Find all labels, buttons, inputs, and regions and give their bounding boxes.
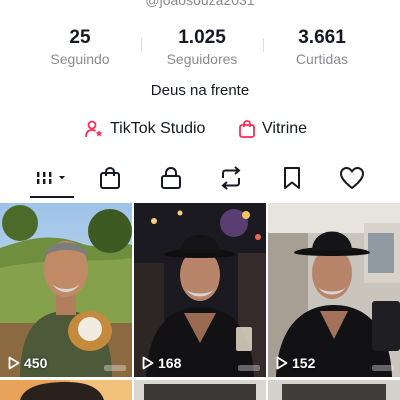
shopping-bag-icon — [100, 166, 120, 189]
video-grid: 450 168 152 — [0, 203, 400, 400]
tab-reposts[interactable] — [211, 160, 251, 196]
view-count-text: 168 — [158, 355, 182, 371]
followers-count: 1.025 — [178, 27, 226, 48]
video-thumbnail-image — [134, 380, 266, 400]
heart-icon — [340, 167, 364, 189]
followers-label: Seguidores — [166, 51, 238, 67]
video-thumbnail[interactable] — [0, 380, 132, 400]
stat-likes[interactable]: 3.661 Curtidas — [267, 26, 377, 68]
video-thumbnail[interactable]: 152 — [268, 203, 400, 377]
video-thumbnail-image — [0, 203, 132, 377]
profile-stats: 25 Seguindo 1.025 Seguidores 3.661 Curti… — [0, 26, 400, 70]
profile-tabs — [0, 160, 400, 200]
video-thumbnail[interactable]: 168 — [134, 203, 266, 377]
profile-handle: @joaosouza2031 — [145, 0, 255, 8]
video-thumbnail[interactable] — [134, 380, 266, 400]
tab-videos[interactable] — [32, 160, 72, 196]
video-thumbnail[interactable]: 450 — [0, 203, 132, 377]
watermark — [238, 365, 260, 371]
stat-divider — [263, 38, 264, 52]
play-icon — [8, 356, 20, 370]
view-count: 168 — [142, 355, 181, 371]
vitrine-label: Vitrine — [262, 120, 308, 137]
lock-icon — [161, 166, 181, 189]
stat-following[interactable]: 25 Seguindo — [25, 26, 135, 68]
likes-label: Curtidas — [295, 51, 349, 67]
tiktok-studio-link[interactable]: TikTok Studio — [84, 117, 205, 141]
bookmark-icon — [284, 167, 300, 189]
person-star-icon — [85, 120, 103, 138]
play-icon — [276, 356, 288, 370]
video-thumbnail-image — [0, 380, 132, 400]
video-thumbnail[interactable] — [268, 380, 400, 400]
shopping-bag-icon — [239, 120, 255, 138]
tab-liked[interactable] — [332, 160, 372, 196]
play-icon — [142, 356, 154, 370]
view-count: 152 — [276, 355, 315, 371]
vitrine-link[interactable]: Vitrine — [238, 117, 307, 141]
video-thumbnail-image — [268, 380, 400, 400]
tiktok-studio-label: TikTok Studio — [110, 120, 206, 137]
likes-count: 3.661 — [298, 27, 346, 48]
stat-followers[interactable]: 1.025 Seguidores — [147, 26, 257, 68]
videos-grid-icon — [37, 172, 65, 184]
watermark — [104, 365, 126, 371]
view-count: 450 — [8, 355, 47, 371]
following-label: Seguindo — [50, 51, 110, 67]
stat-divider — [141, 38, 142, 52]
watermark — [372, 365, 394, 371]
tab-private[interactable] — [151, 160, 191, 196]
view-count-text: 152 — [292, 355, 316, 371]
active-tab-indicator — [30, 196, 74, 198]
tab-favorites[interactable] — [272, 160, 312, 196]
tab-shop[interactable] — [90, 160, 130, 196]
video-thumbnail-image — [134, 203, 266, 377]
view-count-text: 450 — [24, 355, 48, 371]
profile-links: TikTok Studio Vitrine — [0, 117, 400, 141]
following-count: 25 — [69, 27, 91, 48]
repost-icon — [221, 166, 241, 190]
video-thumbnail-image — [268, 203, 400, 377]
profile-bio: Deus na frente — [150, 82, 250, 99]
